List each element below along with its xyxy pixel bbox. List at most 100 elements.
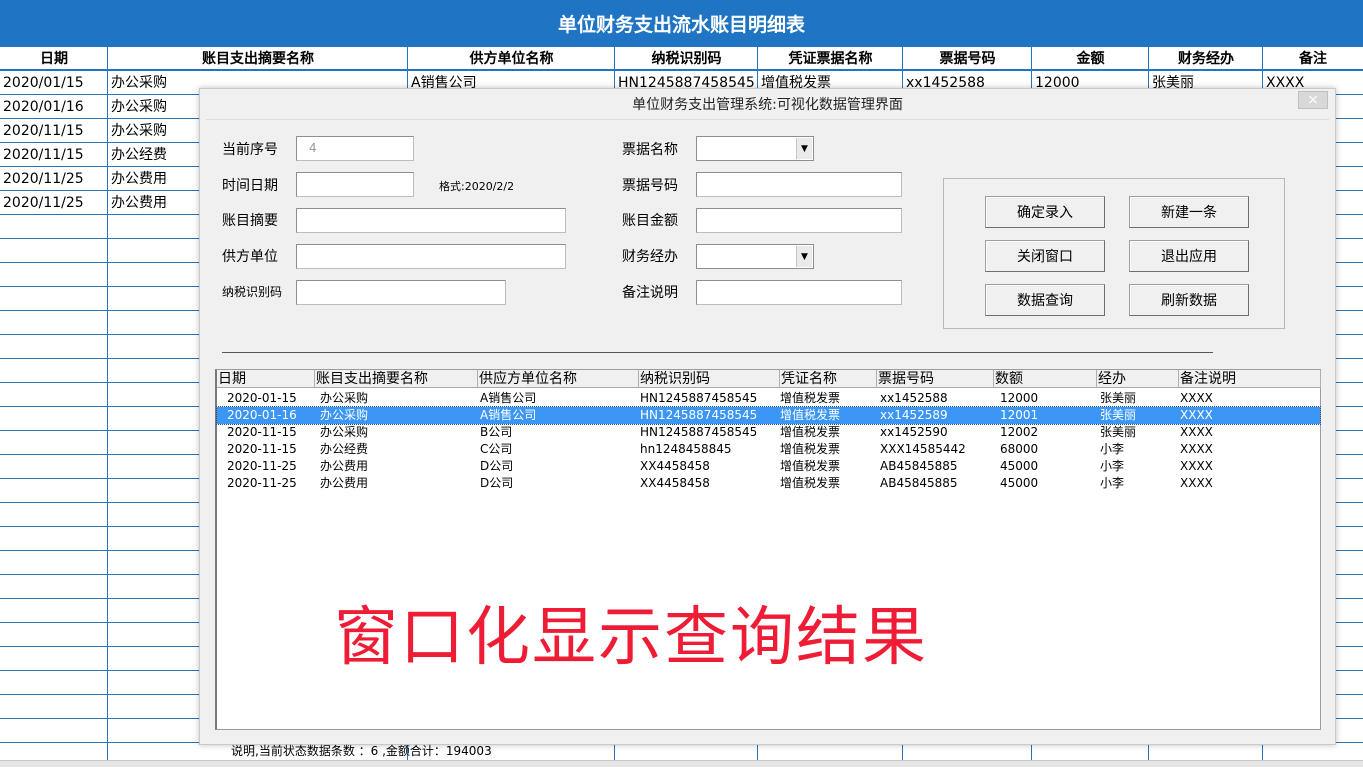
date-format-hint: 格式:2020/2/2 [439,180,515,193]
chevron-down-icon[interactable]: ▼ [796,138,812,159]
query-data-button[interactable]: 数据查询 [985,284,1105,316]
listview-row[interactable]: 2020-11-15 办公采购 B公司 HN1245887458545 增值税发票 xx1… [217,424,1320,441]
action-button-frame: 确定录入 新建一条 关闭窗口 退出应用 数据查询 刷新数据 [943,178,1285,329]
sheet-cell[interactable]: 2020/01/16 [3,95,84,119]
listview-cell: D公司 [480,459,514,473]
listview-cell: 张美丽 [1100,425,1137,439]
listview-column-header[interactable]: 日期 [217,370,315,388]
sheet-cell[interactable]: 2020/01/15 [3,71,84,95]
sheet-cell[interactable]: 办公采购 [111,95,167,119]
chevron-down-icon[interactable]: ▼ [796,246,812,267]
sheet-header-cell[interactable]: 凭证票据名称 [758,46,903,70]
listview-column-header[interactable]: 凭证名称 [780,370,877,388]
handler-label: 财务经办 [622,249,678,265]
bill-name-label: 票据名称 [622,142,678,158]
sheet-header-cell[interactable]: 日期 [0,46,108,70]
sheet-cell[interactable]: 办公费用 [111,191,167,215]
listview-column-header[interactable]: 票据号码 [877,370,994,388]
confirm-entry-button[interactable]: 确定录入 [985,196,1105,228]
exit-app-button[interactable]: 退出应用 [1129,240,1249,272]
listview-cell: 小李 [1100,442,1125,456]
remark-field[interactable] [696,280,902,305]
listview-cell: 办公费用 [320,476,369,490]
listview-cell: 68000 [1000,442,1039,456]
sheet-header-cell[interactable]: 票据号码 [903,46,1032,70]
listview-cell: XXXX [1180,442,1213,456]
date-field[interactable] [296,172,414,197]
close-icon[interactable]: × [1298,91,1328,109]
listview-row[interactable]: 2020-11-25 办公费用 D公司 XX4458458 增值税发票 AB4584588… [217,458,1320,475]
listview-cell: 办公经费 [320,442,369,456]
bill-name-select[interactable]: ▼ [696,136,814,161]
sheet-header-cell[interactable]: 财务经办 [1149,46,1263,70]
refresh-data-button[interactable]: 刷新数据 [1129,284,1249,316]
supplier-field[interactable] [296,244,566,269]
listview-cell: A销售公司 [480,408,537,422]
listview-cell: D公司 [480,476,514,490]
listview-cell: 2020-11-25 [227,459,297,473]
sheet-cell[interactable]: 2020/11/25 [3,167,84,191]
listview-column-header[interactable]: 账目支出摘要名称 [315,370,478,388]
listview-row[interactable]: 2020-11-25 办公费用 D公司 XX4458458 增值税发票 AB4584588… [217,475,1320,492]
listview-cell: 2020-11-25 [227,476,297,490]
sheet-cell[interactable]: 办公采购 [111,119,167,143]
taxid-field[interactable] [296,280,506,305]
dialog-titlebar: 单位财务支出管理系统:可视化数据管理界面 [200,89,1335,119]
listview-row[interactable]: 2020-11-15 办公经费 C公司 hn1248458845 增值税发票 XXX145… [217,441,1320,458]
listview-cell: C公司 [480,442,513,456]
sheet-cell[interactable]: 办公经费 [111,143,167,167]
listview-column-header[interactable]: 经办 [1097,370,1179,388]
listview-cell: hn1248458845 [640,442,732,456]
listview-cell: 45000 [1000,459,1039,473]
amount-field[interactable] [696,208,902,233]
summary-label: 账目摘要 [222,213,278,229]
supplier-label: 供方单位 [222,249,278,265]
listview-column-header[interactable]: 供应方单位名称 [478,370,639,388]
summary-field[interactable] [296,208,566,233]
new-record-button[interactable]: 新建一条 [1129,196,1249,228]
listview-cell: XX4458458 [640,459,710,473]
sheet-cell[interactable]: 2020/11/25 [3,191,84,215]
seq-field[interactable]: 4 [296,136,414,161]
dialog-body: 当前序号 4 时间日期 格式:2020/2/2 账目摘要 供方单位 纳税识别码 … [206,119,1329,758]
status-text: 说明,当前状态数据条数 ：6 ,金额合计：194003 [231,744,492,758]
listview-row[interactable]: 2020-01-16 办公采购 A销售公司 HN1245887458545 增值税发票 x… [216,406,1321,425]
listview-cell: 增值税发票 [780,425,841,439]
separator-line [222,352,1213,353]
listview-cell: 办公采购 [320,408,369,422]
sheet-cell[interactable]: 办公采购 [111,71,167,95]
listview-cell: 小李 [1100,459,1125,473]
sheet-cell[interactable]: 办公费用 [111,167,167,191]
remark-label: 备注说明 [622,285,678,301]
listview-column-header[interactable]: 数额 [994,370,1097,388]
sheet-cell[interactable]: 2020/11/15 [3,119,84,143]
listview-cell: 张美丽 [1100,408,1137,422]
listview-cell: AB45845885 [880,476,958,490]
listview-cell: 增值税发票 [780,408,841,422]
listview-cell: 小李 [1100,476,1125,490]
listview-cell: XX4458458 [640,476,710,490]
listview-cell: 2020-01-16 [227,408,297,422]
listview-header: 日期 账目支出摘要名称 供应方单位名称 纳税识别码 凭证名称 票据号码 数额 经办 备注说明 [217,370,1321,388]
bill-no-field[interactable] [696,172,902,197]
sheet-header-cell[interactable]: 供方单位名称 [408,46,615,70]
sheet-header-cell[interactable]: 备注 [1263,46,1363,70]
taxid-label: 纳税识别码 [222,285,283,299]
listview-column-header[interactable]: 纳税识别码 [639,370,780,388]
listview-column-header[interactable]: 备注说明 [1179,370,1321,388]
listview-cell: 2020-01-15 [227,391,297,405]
handler-select[interactable]: ▼ [696,244,814,269]
listview-cell: XXXX [1180,425,1213,439]
sheet-header-cell[interactable]: 金额 [1032,46,1149,70]
close-window-button[interactable]: 关闭窗口 [985,240,1105,272]
listview-row[interactable]: 2020-01-15 办公采购 A销售公司 HN1245887458545 增值税发票 x… [217,390,1320,407]
sheet-header-cell[interactable]: 纳税识别码 [615,46,758,70]
listview-cell: 办公采购 [320,425,369,439]
sheet-cell[interactable]: 2020/11/15 [3,143,84,167]
listview-cell: XXX14585442 [880,442,966,456]
sheet-header-cell[interactable]: 账目支出摘要名称 [108,46,408,70]
seq-label: 当前序号 [222,142,278,158]
listview-cell: 12002 [1000,425,1039,439]
listview-cell: XXXX [1180,391,1213,405]
listview-cell: xx1452588 [880,391,948,405]
